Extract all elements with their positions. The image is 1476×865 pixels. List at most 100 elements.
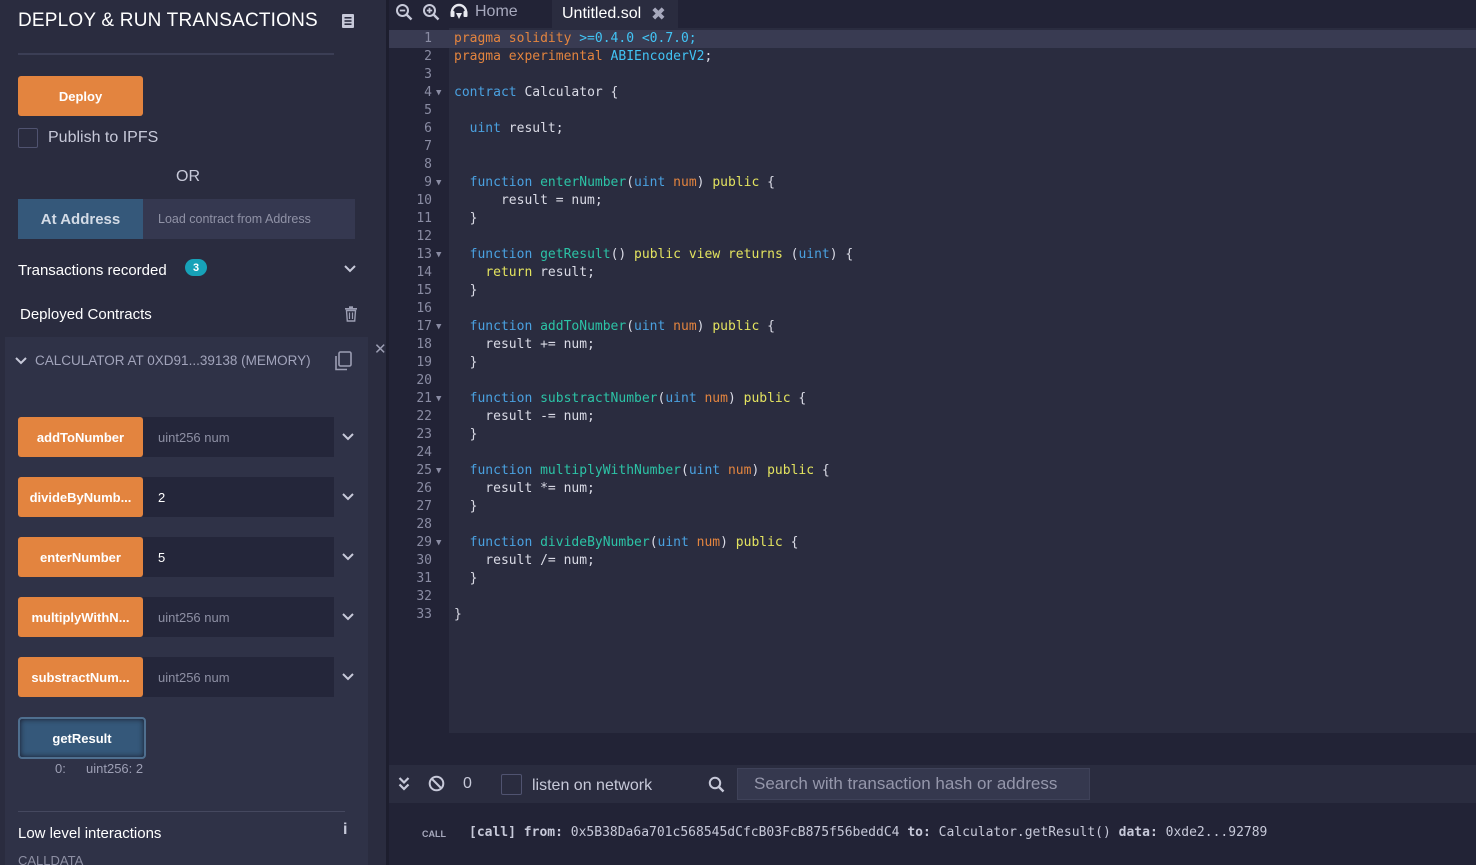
chevron-down-icon[interactable]: [15, 357, 27, 365]
contract-instance-title[interactable]: CALCULATOR AT 0XD91...39138 (MEMORY): [35, 353, 311, 368]
fold-toggle-icon[interactable]: ▼: [436, 390, 441, 408]
code-line[interactable]: 23 }: [389, 426, 1476, 444]
chevron-down-icon[interactable]: [342, 433, 354, 441]
getresult-button[interactable]: getResult: [18, 717, 146, 759]
code-line[interactable]: 30 result /= num;: [389, 552, 1476, 570]
clear-console-icon[interactable]: [428, 775, 445, 792]
publish-ipfs-checkbox[interactable]: [18, 128, 38, 148]
code-line[interactable]: 1 pragma solidity >=0.4.0 <0.7.0;: [389, 30, 1476, 48]
at-address-input[interactable]: Load contract from Address: [143, 199, 355, 239]
fold-toggle-icon[interactable]: ▼: [436, 462, 441, 480]
listen-on-network-label: listen on network: [532, 777, 653, 794]
tab-untitled-sol[interactable]: Untitled.sol ✖: [552, 0, 678, 28]
code-line[interactable]: 19 }: [389, 354, 1476, 372]
fold-toggle-icon[interactable]: ▼: [436, 174, 441, 192]
dividebynumber-input[interactable]: 2: [143, 477, 334, 517]
search-icon: [708, 776, 725, 793]
zoom-out-icon[interactable]: [395, 3, 413, 21]
code-text: uint result;: [469, 121, 564, 136]
code-line[interactable]: 9 ▼ function enterNumber(uint num) public…: [389, 174, 1476, 192]
trash-icon[interactable]: [344, 306, 358, 322]
code-line[interactable]: 4 ▼ contract Calculator {: [389, 84, 1476, 102]
chevron-down-icon[interactable]: [344, 265, 356, 273]
chevron-down-icon[interactable]: [342, 493, 354, 501]
low-level-interactions-label: Low level interactions: [18, 825, 162, 842]
code-line[interactable]: 6 uint result;: [389, 120, 1476, 138]
at-address-button[interactable]: At Address: [18, 199, 143, 239]
pending-transactions-count: 0: [463, 775, 472, 792]
code-line[interactable]: 20: [389, 372, 1476, 390]
enternumber-button[interactable]: enterNumber: [18, 537, 143, 577]
transaction-search-input[interactable]: Search with transaction hash or address: [737, 768, 1090, 800]
code-line[interactable]: 8: [389, 156, 1476, 174]
multiplywithnumber-button[interactable]: multiplyWithN...: [18, 597, 143, 637]
double-chevron-down-icon[interactable]: [398, 776, 410, 792]
code-text: function substractNumber(uint num) publi…: [469, 391, 807, 406]
code-line[interactable]: 5: [389, 102, 1476, 120]
close-icon[interactable]: ✕: [374, 340, 386, 358]
code-line[interactable]: 17 ▼ function addToNumber(uint num) publi…: [389, 318, 1476, 336]
code-line[interactable]: 11 }: [389, 210, 1476, 228]
line-number: 9: [424, 175, 432, 190]
log-data: 0xde2...92789: [1165, 825, 1268, 840]
substractnumber-input[interactable]: uint256 num: [143, 657, 334, 697]
code-line[interactable]: 15 }: [389, 282, 1476, 300]
chevron-down-icon[interactable]: [342, 553, 354, 561]
zoom-in-icon[interactable]: [422, 3, 440, 21]
function-row-enternumber: enterNumber 5: [18, 537, 354, 577]
code-line[interactable]: 29 ▼ function divideByNumber(uint num) pu…: [389, 534, 1476, 552]
addtonumber-input[interactable]: uint256 num: [143, 417, 334, 457]
code-line[interactable]: 27 }: [389, 498, 1476, 516]
addtonumber-button[interactable]: addToNumber: [18, 417, 143, 457]
chevron-down-icon[interactable]: [342, 613, 354, 621]
line-number: 17: [416, 319, 432, 334]
copy-icon[interactable]: [334, 351, 352, 371]
code-line[interactable]: 18 result += num;: [389, 336, 1476, 354]
code-line[interactable]: 22 result -= num;: [389, 408, 1476, 426]
fold-toggle-icon[interactable]: ▼: [436, 534, 441, 552]
code-line[interactable]: 3: [389, 66, 1476, 84]
code-line[interactable]: 13 ▼ function getResult() public view ret…: [389, 246, 1476, 264]
listen-on-network-checkbox[interactable]: [501, 774, 522, 795]
code-line[interactable]: 10 result = num;: [389, 192, 1476, 210]
transactions-recorded-label[interactable]: Transactions recorded: [18, 262, 167, 279]
line-number: 5: [424, 103, 432, 118]
code-line[interactable]: 21 ▼ function substractNumber(uint num) p…: [389, 390, 1476, 408]
chevron-down-icon[interactable]: [342, 673, 354, 681]
code-line[interactable]: 16: [389, 300, 1476, 318]
fold-toggle-icon[interactable]: ▼: [436, 318, 441, 336]
log-entry[interactable]: [call] from: 0x5B38Da6a701c568545dCfcB03…: [469, 825, 1267, 840]
line-number: 16: [416, 301, 432, 316]
fold-toggle-icon[interactable]: ▼: [436, 246, 441, 264]
code-line[interactable]: 32: [389, 588, 1476, 606]
code-line[interactable]: 33}: [389, 606, 1476, 624]
calldata-label: CALLDATA: [18, 853, 84, 865]
documentation-icon[interactable]: [341, 13, 355, 29]
code-line[interactable]: 7: [389, 138, 1476, 156]
code-line[interactable]: 26 result *= num;: [389, 480, 1476, 498]
deploy-run-panel: DEPLOY & RUN TRANSACTIONS Deploy Publish…: [0, 0, 386, 865]
line-number: 7: [424, 139, 432, 154]
enternumber-input[interactable]: 5: [143, 537, 334, 577]
code-line[interactable]: 28: [389, 516, 1476, 534]
line-number: 26: [416, 481, 432, 496]
dividebynumber-button[interactable]: divideByNumb...: [18, 477, 143, 517]
close-tab-icon[interactable]: ✖: [651, 4, 666, 25]
code-line[interactable]: 14 return result;: [389, 264, 1476, 282]
code-line[interactable]: 31 }: [389, 570, 1476, 588]
code-line[interactable]: 12: [389, 228, 1476, 246]
deploy-button[interactable]: Deploy: [18, 76, 143, 116]
code-text: }: [454, 355, 478, 370]
line-number: 15: [416, 283, 432, 298]
code-line[interactable]: 25 ▼ function multiplyWithNumber(uint num…: [389, 462, 1476, 480]
line-number: 21: [416, 391, 432, 406]
multiplywithnumber-input[interactable]: uint256 num: [143, 597, 334, 637]
terminal-resize-handle[interactable]: [389, 733, 1476, 765]
code-line[interactable]: 2 pragma experimental ABIEncoderV2;: [389, 48, 1476, 66]
tab-home[interactable]: Home: [449, 0, 518, 24]
code-editor[interactable]: 1 pragma solidity >=0.4.0 <0.7.0; 2 pragma …: [389, 28, 1476, 733]
code-line[interactable]: 24: [389, 444, 1476, 462]
fold-toggle-icon[interactable]: ▼: [436, 84, 441, 102]
substractnumber-button[interactable]: substractNum...: [18, 657, 143, 697]
info-icon[interactable]: i: [343, 821, 347, 839]
